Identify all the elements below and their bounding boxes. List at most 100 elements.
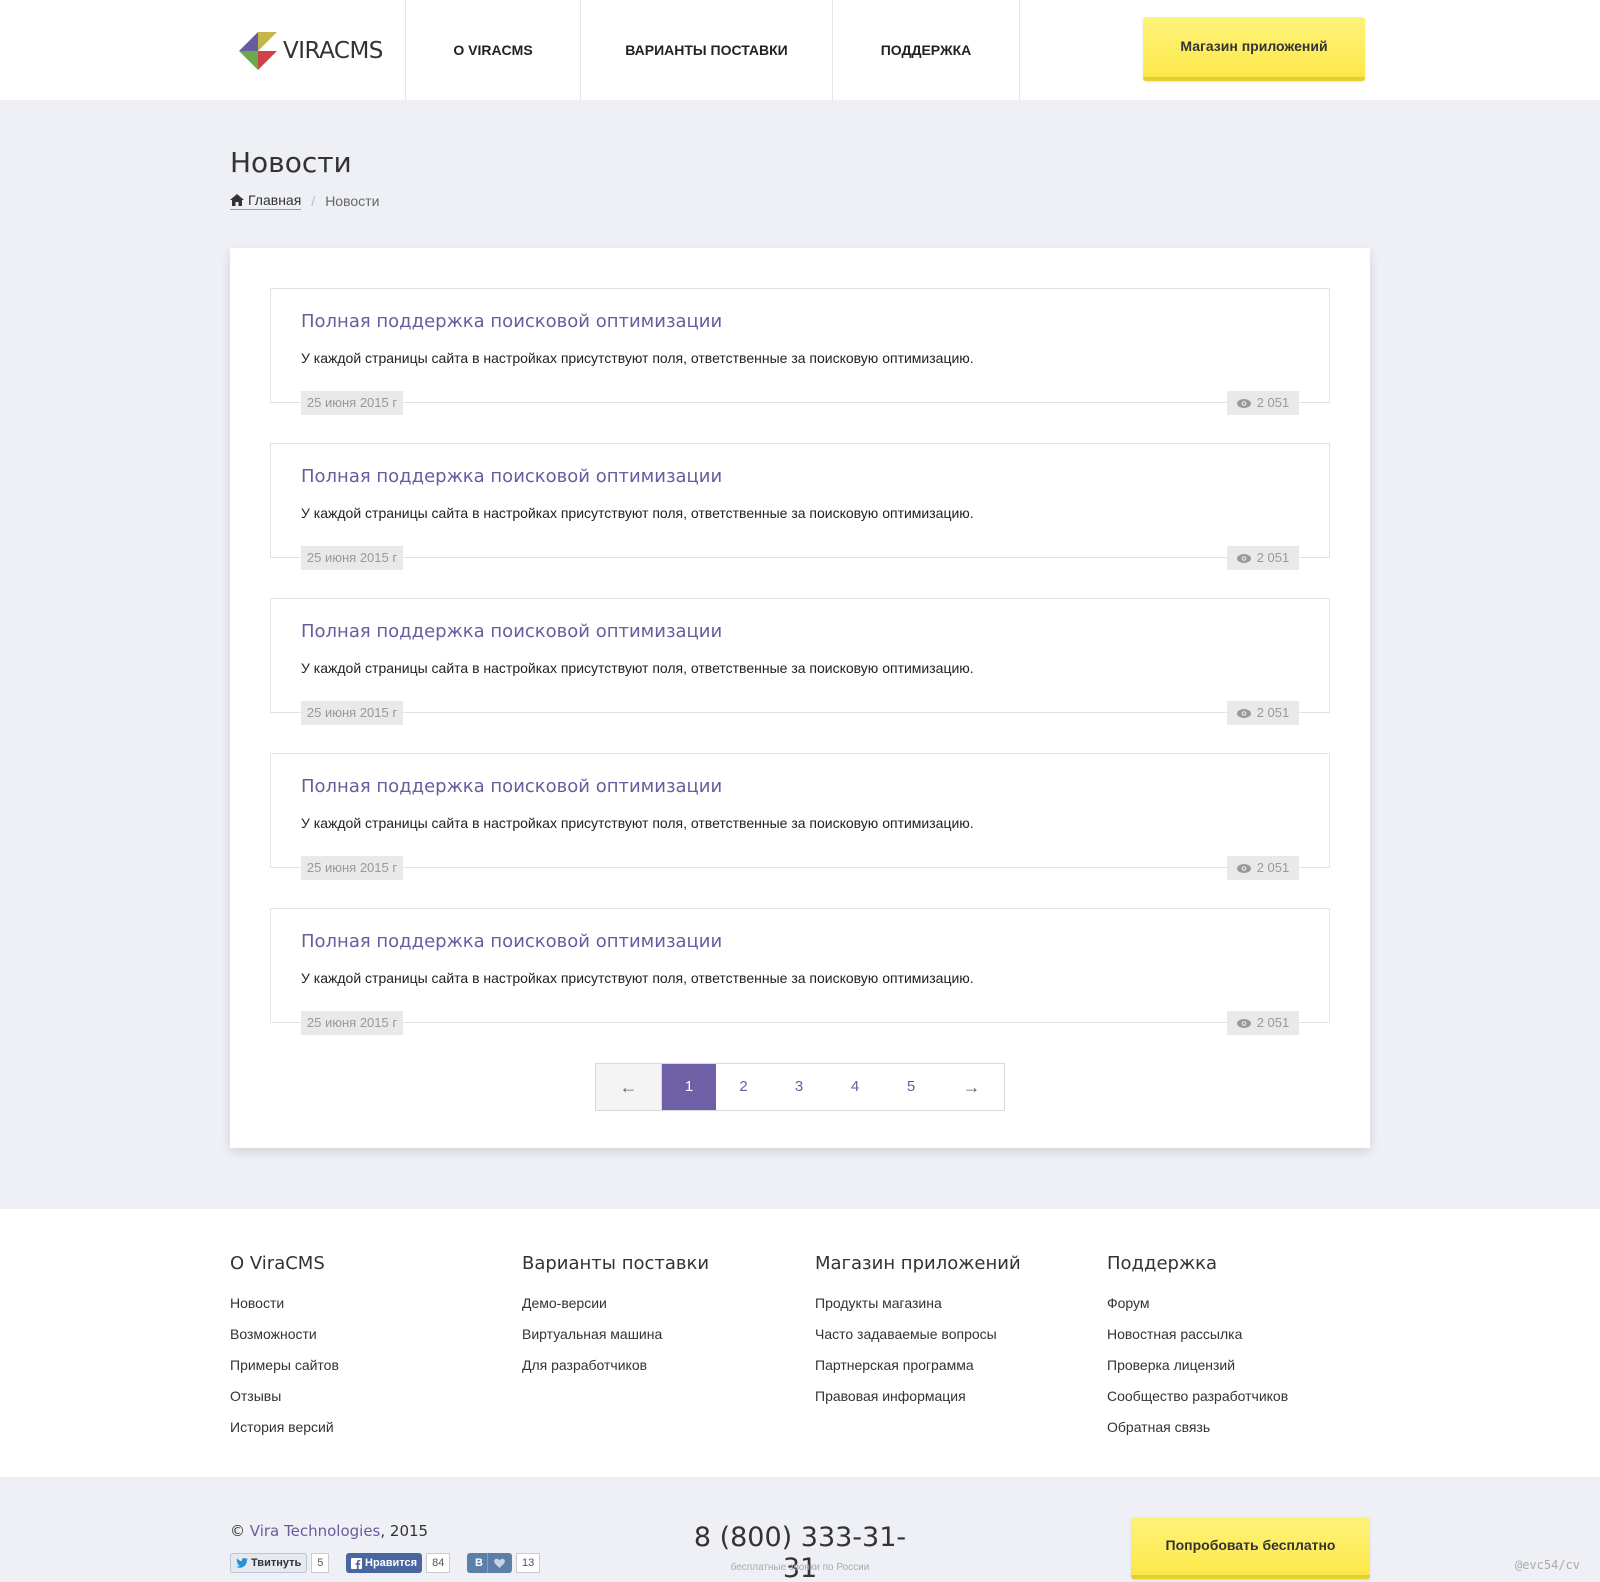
news-text: У каждой страницы сайта в настройках при… [301,350,974,366]
eye-icon [1236,398,1251,408]
news-divider [270,712,1330,713]
try-free-button[interactable]: Попробовать бесплатно [1131,1517,1370,1579]
footer-link[interactable]: Виртуальная машина [522,1319,709,1350]
vk-count: 13 [515,1553,541,1573]
footer-link[interactable]: Для разработчиков [522,1350,709,1381]
news-views-count: 2 051 [1256,860,1290,875]
footer-link[interactable]: Сообщество разработчиков [1107,1381,1288,1412]
app-store-button[interactable]: Магазин приложений [1143,17,1365,81]
phone-number[interactable]: 8 (800) 333-31-31 [680,1522,920,1582]
vk-like-button[interactable]: В [467,1553,512,1573]
breadcrumb-home-link[interactable]: Главная [230,192,302,210]
footer-link[interactable]: Новостная рассылка [1107,1319,1288,1350]
pagination-page-1[interactable]: 1 [662,1064,716,1110]
news-views-count: 2 051 [1256,395,1290,410]
eye-icon [1236,553,1251,563]
twitter-count: 5 [311,1553,330,1573]
footer-link[interactable]: Продукты магазина [815,1288,1021,1319]
footer-column-support: Поддержка Форум Новостная рассылка Прове… [1107,1253,1288,1443]
footer-heading: Магазин приложений [815,1253,1021,1274]
company-link[interactable]: Vira Technologies [250,1522,381,1540]
news-date: 25 июня 2015 г [301,391,403,415]
footer-column-store: Магазин приложений Продукты магазина Час… [815,1253,1021,1412]
news-text: У каждой страницы сайта в настройках при… [301,815,974,831]
footer-links: О ViraCMS Новости Возможности Примеры са… [0,1209,1600,1477]
twitter-button[interactable]: Твитнуть [230,1553,308,1573]
logo[interactable]: VIRACMS [239,32,383,70]
news-views: 2 051 [1227,701,1299,725]
facebook-like-button[interactable]: Нравится [346,1553,423,1573]
phone-note: бесплатные звонки по России [730,1562,870,1573]
footer-link[interactable]: Часто задаваемые вопросы [815,1319,1021,1350]
footer-link[interactable]: История версий [230,1412,339,1443]
site-header: VIRACMS О VIRACMS ВАРИАНТЫ ПОСТАВКИ ПОДД… [0,0,1600,100]
news-item: Полная поддержка поисковой оптимизации У… [270,753,1330,880]
copyright-year: , 2015 [380,1522,429,1540]
news-divider [270,867,1330,868]
copyright: © Vira Technologies, 2015 [230,1522,428,1540]
pagination-prev[interactable]: ← [596,1064,662,1110]
nav-support[interactable]: ПОДДЕРЖКА [833,0,1019,100]
news-text: У каждой страницы сайта в настройках при… [301,970,974,986]
news-views: 2 051 [1227,856,1299,880]
pagination-page-3[interactable]: 3 [771,1064,827,1110]
news-text: У каждой страницы сайта в настройках при… [301,505,974,521]
news-item: Полная поддержка поисковой оптимизации У… [270,908,1330,1035]
pagination-page-2[interactable]: 2 [716,1064,771,1110]
footer-link[interactable]: Проверка лицензий [1107,1350,1288,1381]
vk-like: В 13 [467,1552,541,1574]
news-title[interactable]: Полная поддержка поисковой оптимизации [301,931,722,952]
footer-link[interactable]: Правовая информация [815,1381,1021,1412]
pagination: ← 1 2 3 4 5 → [595,1063,1005,1111]
news-title[interactable]: Полная поддержка поисковой оптимизации [301,466,722,487]
heart-icon [494,1558,505,1568]
footer-heading: Варианты поставки [522,1253,710,1274]
news-divider [270,557,1330,558]
footer-link[interactable]: Обратная связь [1107,1412,1288,1443]
twitter-label: Твитнуть [251,1557,302,1569]
breadcrumb: Главная / Новости [230,192,379,210]
footer-link[interactable]: Демо-версии [522,1288,709,1319]
pagination-page-4[interactable]: 4 [827,1064,883,1110]
eye-icon [1236,863,1251,873]
footer-link[interactable]: Новости [230,1288,339,1319]
pagination-page-5[interactable]: 5 [883,1064,939,1110]
facebook-count: 84 [426,1553,451,1573]
news-list-card: Полная поддержка поисковой оптимизации У… [230,248,1370,1148]
news-divider [270,402,1330,403]
news-date: 25 июня 2015 г [301,856,403,880]
news-title[interactable]: Полная поддержка поисковой оптимизации [301,776,722,797]
news-title[interactable]: Полная поддержка поисковой оптимизации [301,621,722,642]
logo-mark-icon [239,32,277,70]
news-title[interactable]: Полная поддержка поисковой оптимизации [301,311,722,332]
logo-text: VIRACMS [283,38,383,64]
twitter-icon [236,1558,248,1568]
news-views: 2 051 [1227,391,1299,415]
news-item: Полная поддержка поисковой оптимизации У… [270,598,1330,725]
news-text: У каждой страницы сайта в настройках при… [301,660,974,676]
footer-heading: О ViraCMS [230,1253,325,1274]
news-date: 25 июня 2015 г [301,546,403,570]
footer-heading: Поддержка [1107,1253,1218,1274]
footer-column-about: О ViraCMS Новости Возможности Примеры са… [230,1253,339,1443]
pagination-next[interactable]: → [939,1064,1004,1110]
news-views-count: 2 051 [1256,705,1290,720]
news-views-count: 2 051 [1256,550,1290,565]
news-views-count: 2 051 [1256,1015,1290,1030]
nav-delivery[interactable]: ВАРИАНТЫ ПОСТАВКИ [581,0,832,100]
footer-link[interactable]: Возможности [230,1319,339,1350]
eye-icon [1236,1018,1251,1028]
news-views: 2 051 [1227,546,1299,570]
vk-label: В [471,1553,488,1573]
breadcrumb-separator: / [311,193,316,209]
facebook-label: Нравится [365,1557,418,1569]
breadcrumb-home-label: Главная [248,192,302,208]
nav-about[interactable]: О VIRACMS [406,0,580,100]
copyright-symbol: © [230,1522,245,1540]
footer-link[interactable]: Партнерская программа [815,1350,1021,1381]
footer-link[interactable]: Отзывы [230,1381,339,1412]
footer-link[interactable]: Форум [1107,1288,1288,1319]
footer-link[interactable]: Примеры сайтов [230,1350,339,1381]
news-views: 2 051 [1227,1011,1299,1035]
nav-divider [1019,0,1020,100]
